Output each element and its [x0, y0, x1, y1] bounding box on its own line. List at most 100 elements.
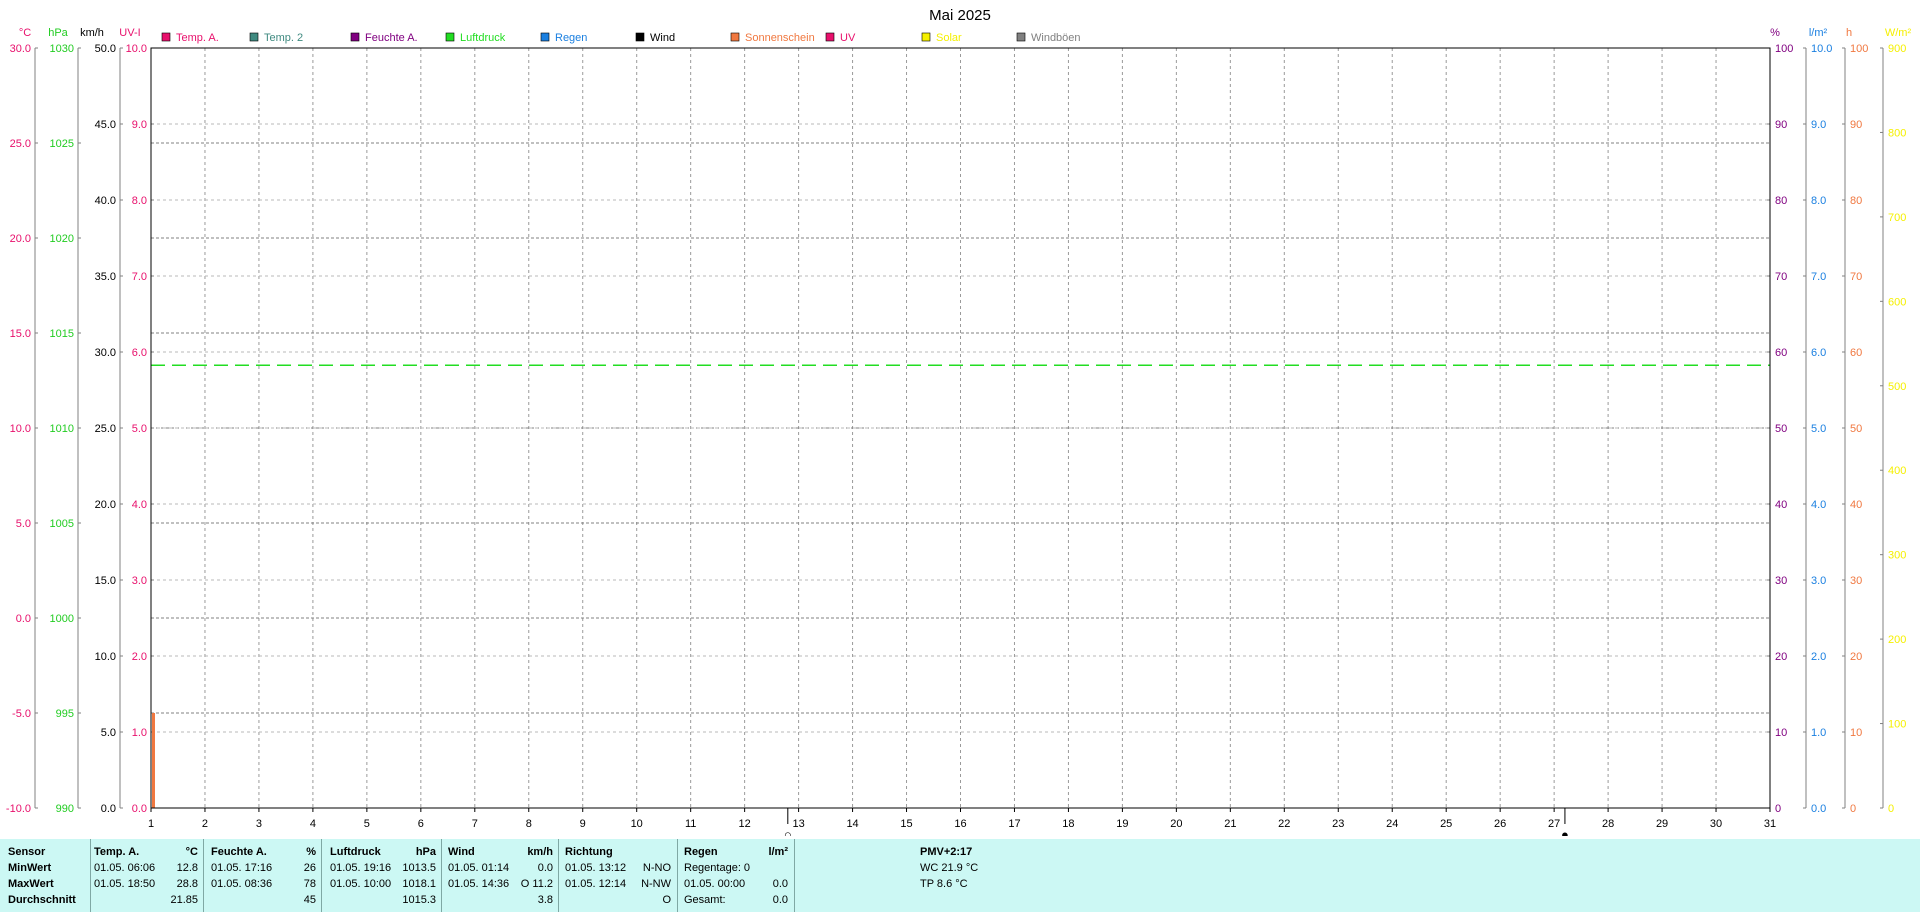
- axis-tick-label: 6.0: [132, 347, 147, 359]
- axis-tick-label: 7.0: [132, 271, 147, 283]
- chart-legend: Temp. A. Temp. 2 Feuchte A. Luftdruck Regen W…: [161, 32, 1081, 44]
- legend-swatch: [249, 32, 259, 42]
- temp-max-time: 01.05. 18:50: [94, 878, 156, 890]
- temp-unit: °C: [185, 846, 198, 858]
- wind-min-value: 0.0: [537, 862, 553, 874]
- axis-tick-label: 995: [56, 708, 74, 720]
- rain-unit: l/m²: [768, 846, 788, 858]
- legend-swatch: [635, 32, 645, 42]
- legend-label: Feuchte A.: [365, 32, 418, 44]
- legend-label: Temp. 2: [264, 32, 303, 44]
- label-min: MinWert: [8, 862, 52, 874]
- axis-tick-label: 40: [1850, 499, 1862, 511]
- axis-tick-label: 5.0: [132, 423, 147, 435]
- moon-phase-symbol: ●: [1561, 827, 1569, 836]
- axis-tick-label: 900: [1888, 43, 1906, 55]
- x-tick-label: 31: [1764, 818, 1776, 830]
- wind-max-time: 01.05. 14:36: [448, 878, 510, 890]
- x-tick-label: 20: [1170, 818, 1182, 830]
- legend-swatch: [350, 32, 360, 42]
- temp-avg: 21.85: [170, 894, 198, 906]
- axis-tick-label: 45.0: [95, 119, 116, 131]
- humidity-max-time: 01.05. 08:36: [211, 878, 273, 890]
- legend-label: Windböen: [1031, 32, 1081, 44]
- pressure-min-time: 01.05. 19:16: [330, 862, 392, 874]
- axis-tick-label: 600: [1888, 296, 1906, 308]
- pressure-max-value: 1018.1: [402, 878, 436, 890]
- axis-tick-label: 1030: [50, 43, 74, 55]
- legend-label: Temp. A.: [176, 32, 219, 44]
- axis-unit-label: h: [1846, 27, 1852, 39]
- axis-tick-label: 10.0: [1811, 43, 1832, 55]
- legend-swatch: [921, 32, 931, 42]
- direction-max-time: 01.05. 12:14: [565, 878, 627, 890]
- axis-tick-label: 20: [1775, 651, 1787, 663]
- temp-min-time: 01.05. 06:06: [94, 862, 156, 874]
- label-max: MaxWert: [8, 878, 54, 890]
- axis-tick-label: 35.0: [95, 271, 116, 283]
- x-tick-label: 11: [685, 818, 696, 830]
- axis-tick-label: 9.0: [1811, 119, 1826, 131]
- x-tick-label: 14: [846, 818, 858, 830]
- legend-label: Luftdruck: [460, 32, 506, 44]
- axis-tick-label: 800: [1888, 127, 1906, 139]
- wind-title: Wind: [448, 846, 475, 858]
- stats-col-pressure: Luftdruck hPa 01.05. 19:16 1013.5 01.05. 1…: [322, 839, 442, 912]
- left-axes: 30.0 25.0 20.0 15.0 10.0 5.0 0.0 -5.0 -10.0 1030 1…: [6, 43, 154, 815]
- weather-chart: Mai 2025 Temp. A. Temp. 2 Feuchte A. Luftdr…: [6, 7, 1912, 836]
- x-tick-label: 2: [202, 818, 208, 830]
- pressure-avg: 1015.3: [402, 894, 436, 906]
- axis-unit-label: °C: [19, 27, 31, 39]
- axis-tick-label: -10.0: [6, 803, 31, 815]
- x-tick-label: 29: [1656, 818, 1668, 830]
- axis-tick-label: 3.0: [132, 575, 147, 587]
- axis-tick-label: 30: [1775, 575, 1787, 587]
- x-tick-label: 13: [792, 818, 804, 830]
- axis-tick-label: 30.0: [10, 43, 31, 55]
- axis-tick-label: 10.0: [126, 43, 147, 55]
- moon-phase-symbol: ○: [784, 827, 792, 836]
- axis-tick-label: -5.0: [12, 708, 31, 720]
- rain-max-time: 01.05. 00:00: [684, 878, 746, 890]
- legend-swatch: [825, 32, 835, 42]
- axis-tick-label: 15.0: [95, 575, 116, 587]
- legend-swatch: [730, 32, 740, 42]
- x-tick-label: 15: [900, 818, 912, 830]
- axis-tick-label: 2.0: [132, 651, 147, 663]
- wind-avg: 3.8: [537, 894, 553, 906]
- axis-tick-label: 1025: [50, 138, 74, 150]
- stats-extra: PMV+2:17 WC 21.9 °C TP 8.6 °C: [920, 839, 1120, 912]
- humidity-max-value: 78: [303, 878, 316, 890]
- axis-tick-label: 25.0: [10, 138, 31, 150]
- axis-unit-label: W/m²: [1885, 27, 1912, 39]
- legend-swatch: [161, 32, 171, 42]
- chart-grid: [151, 48, 1770, 808]
- axis-tick-label: 20: [1850, 651, 1862, 663]
- chart-series: [151, 364, 1770, 808]
- axis-tick-label: 1020: [50, 233, 74, 245]
- axis-tick-label: 10: [1850, 727, 1862, 739]
- pressure-min-value: 1013.5: [402, 862, 436, 874]
- pressure-max-time: 01.05. 10:00: [330, 878, 392, 890]
- axis-unit-label: %: [1770, 27, 1780, 39]
- sunshine-bar: [152, 713, 155, 808]
- axis-unit-label: km/h: [80, 27, 104, 39]
- rain-total-label: Gesamt:: [684, 894, 726, 906]
- direction-min-value: N-NO: [642, 862, 671, 874]
- axis-tick-label: 70: [1850, 271, 1862, 283]
- humidity-min-time: 01.05. 17:16: [211, 862, 273, 874]
- axis-tick-label: 0: [1775, 803, 1781, 815]
- humidity-avg: 45: [303, 894, 316, 906]
- axis-tick-label: 500: [1888, 381, 1906, 393]
- axis-tick-label: 9.0: [132, 119, 147, 131]
- x-tick-label: 6: [418, 818, 424, 830]
- x-tick-label: 27: [1548, 818, 1560, 830]
- axis-tick-label: 50: [1850, 423, 1862, 435]
- axis-tick-label: 90: [1775, 119, 1787, 131]
- x-tick-label: 18: [1062, 818, 1074, 830]
- direction-min-time: 01.05. 13:12: [565, 862, 627, 874]
- direction-max-value: N-NW: [641, 878, 671, 890]
- axis-tick-label: 700: [1888, 212, 1906, 224]
- x-tick-label: 23: [1332, 818, 1344, 830]
- axis-unit-label: UV-I: [119, 27, 140, 39]
